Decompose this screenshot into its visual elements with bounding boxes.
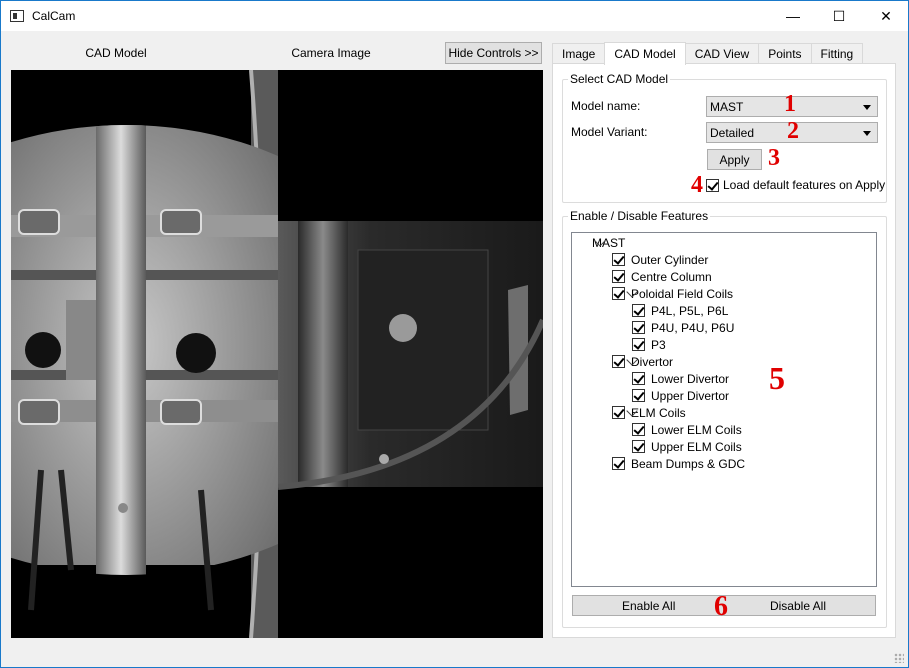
tree-item-label: P4U, P4U, P6U — [651, 320, 735, 335]
model-variant-label: Model Variant: — [571, 125, 648, 139]
load-default-features-checkbox[interactable]: Load default features on Apply — [706, 178, 885, 192]
checkbox-checked-icon[interactable] — [612, 253, 625, 266]
tree-item[interactable]: Outer Cylinder — [612, 251, 708, 268]
tree-item-label: Centre Column — [631, 269, 712, 284]
minimize-button[interactable]: — — [770, 1, 816, 31]
annotation-6: 6 — [714, 591, 728, 622]
checkbox-checked-icon[interactable] — [632, 304, 645, 317]
checkbox-checked-icon[interactable] — [612, 457, 625, 470]
model-variant-value: Detailed — [710, 125, 755, 140]
tree-item-label: Outer Cylinder — [631, 252, 709, 267]
tree-item[interactable]: Poloidal Field Coils — [612, 285, 733, 302]
tree-item[interactable]: Upper Divertor — [632, 387, 729, 404]
tree-item-label: P3 — [651, 337, 666, 352]
calcam-window: CalCam — ☐ ✕ CAD Model Camera Image Hide… — [0, 0, 909, 668]
checkbox-checked-icon[interactable] — [632, 338, 645, 351]
tree-item-label: Divertor — [631, 354, 674, 369]
tab-fitting[interactable]: Fitting — [810, 43, 864, 64]
tree-item-label: P4L, P5L, P6L — [651, 303, 729, 318]
tree-item[interactable]: Upper ELM Coils — [632, 438, 742, 455]
tab-image[interactable]: Image — [552, 43, 606, 64]
resize-grip[interactable] — [894, 653, 904, 663]
checkbox-checked-icon — [706, 178, 719, 192]
maximize-button[interactable]: ☐ — [816, 1, 862, 31]
disable-all-button[interactable]: Disable All — [770, 599, 826, 613]
chevron-down-icon — [863, 131, 871, 136]
tree-item-label: Upper ELM Coils — [651, 439, 742, 454]
window-title: CalCam — [32, 9, 76, 23]
tab-cad-model[interactable]: CAD Model — [604, 42, 686, 65]
chevron-down-icon — [863, 105, 871, 110]
tree-item[interactable]: P4U, P4U, P6U — [632, 319, 734, 336]
cad-model-view[interactable] — [11, 70, 278, 638]
checkbox-checked-icon[interactable] — [632, 440, 645, 453]
tree-item-label: ELM Coils — [631, 405, 686, 420]
checkbox-checked-icon[interactable] — [632, 372, 645, 385]
tree-item[interactable]: P3 — [632, 336, 666, 353]
tree-item-label: Poloidal Field Coils — [631, 286, 734, 301]
checkbox-checked-icon[interactable] — [612, 406, 625, 419]
feature-tree[interactable]: MAST Outer Cylinder Centre Column Poloidal … — [571, 232, 877, 587]
tree-item-label: Upper Divertor — [651, 388, 730, 403]
tree-item[interactable]: Divertor — [612, 353, 673, 370]
model-name-value: MAST — [710, 99, 744, 114]
checkbox-checked-icon[interactable] — [612, 287, 625, 300]
select-cad-model-group: Select CAD Model Model name: MAST Model … — [562, 72, 887, 203]
camera-image — [278, 70, 543, 638]
checkbox-checked-icon[interactable] — [612, 270, 625, 283]
cad-render-image — [11, 70, 278, 638]
annotation-1: 1 — [784, 91, 796, 117]
enable-all-button[interactable]: Enable All — [622, 599, 675, 613]
checkbox-checked-icon[interactable] — [612, 355, 625, 368]
close-button[interactable]: ✕ — [863, 1, 909, 31]
camera-image-view[interactable] — [278, 70, 543, 638]
checkbox-checked-icon[interactable] — [632, 389, 645, 402]
model-name-label: Model name: — [571, 99, 641, 113]
tree-item-label: Beam Dumps & GDC — [631, 456, 746, 471]
annotation-2: 2 — [787, 118, 799, 144]
annotation-5: 5 — [769, 360, 785, 396]
tree-item[interactable]: Lower Divertor — [632, 370, 729, 387]
tab-points[interactable]: Points — [758, 43, 812, 64]
annotation-3: 3 — [768, 145, 780, 171]
cad-model-pane-label: CAD Model — [85, 46, 147, 60]
app-icon — [10, 10, 24, 22]
apply-button[interactable]: Apply — [707, 149, 762, 170]
tree-item[interactable]: Beam Dumps & GDC — [612, 455, 745, 472]
tree-item[interactable]: ELM Coils — [612, 404, 686, 421]
camera-image-pane-label: Camera Image — [291, 46, 371, 60]
features-group-title: Enable / Disable Features — [568, 209, 711, 223]
tree-item-label: Lower ELM Coils — [651, 422, 742, 437]
tree-item[interactable]: Centre Column — [612, 268, 712, 285]
tab-bar: Image CAD Model CAD View Points Fitting — [552, 42, 864, 65]
annotation-4: 4 — [691, 172, 703, 198]
title-bar: CalCam — ☐ ✕ — [1, 1, 908, 31]
hide-controls-button[interactable]: Hide Controls >> — [445, 42, 542, 64]
tree-item[interactable]: P4L, P5L, P6L — [632, 302, 728, 319]
checkbox-checked-icon[interactable] — [632, 321, 645, 334]
tab-cad-view[interactable]: CAD View — [684, 43, 760, 64]
tree-item[interactable]: MAST — [592, 234, 625, 251]
checkbox-checked-icon[interactable] — [632, 423, 645, 436]
select-cad-model-title: Select CAD Model — [568, 72, 671, 86]
load-default-features-label: Load default features on Apply — [723, 178, 886, 192]
tree-item[interactable]: Lower ELM Coils — [632, 421, 742, 438]
tree-item-label: Lower Divertor — [651, 371, 730, 386]
